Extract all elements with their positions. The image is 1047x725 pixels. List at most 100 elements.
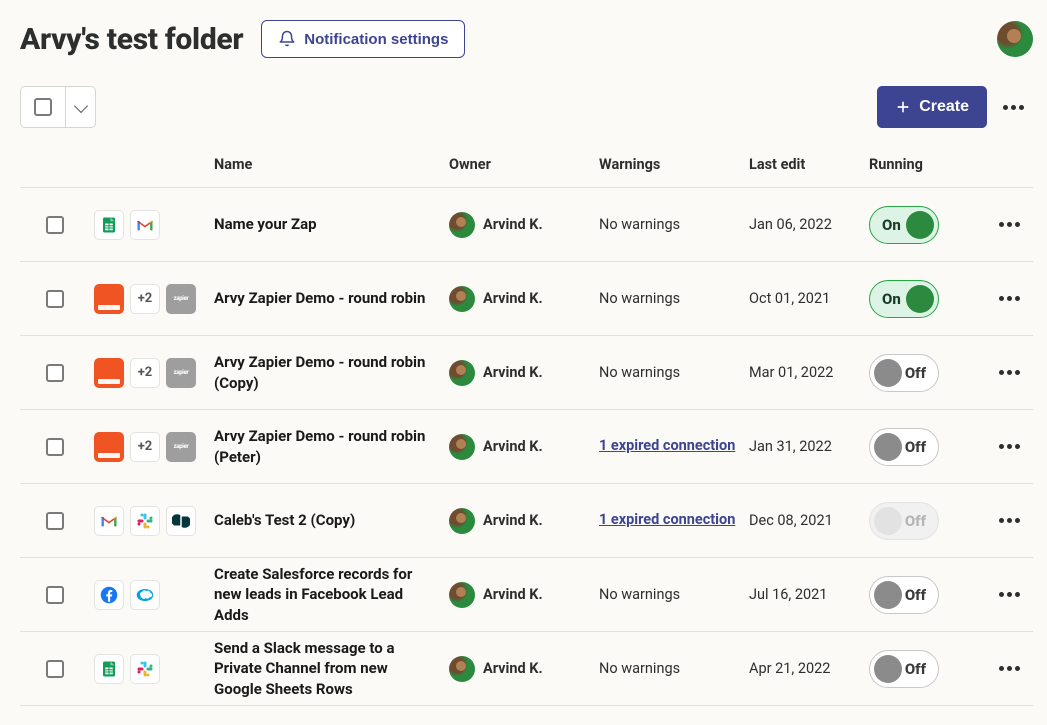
checkbox-icon xyxy=(34,98,52,116)
owner-name: Arvind K. xyxy=(483,216,543,233)
warning-link[interactable]: 1 expired connection xyxy=(599,511,735,528)
owner-avatar xyxy=(449,212,475,238)
warning-text: No warnings xyxy=(599,290,680,307)
toggle-knob xyxy=(874,581,902,609)
row-last-edit: Jan 31, 2022 xyxy=(745,438,865,455)
user-avatar[interactable] xyxy=(997,21,1033,57)
row-more-button[interactable] xyxy=(989,205,1029,245)
more-icon xyxy=(999,222,1020,227)
running-toggle[interactable]: Off xyxy=(869,354,939,392)
row-apps: +2zapier xyxy=(90,358,210,388)
row-checkbox[interactable] xyxy=(46,512,64,530)
row-name[interactable]: Name your Zap xyxy=(210,214,445,234)
gmail-icon xyxy=(130,210,160,240)
col-warnings: Warnings xyxy=(595,156,745,173)
select-dropdown-button[interactable] xyxy=(65,87,95,127)
col-name: Name xyxy=(210,156,445,173)
more-apps-badge: +2 xyxy=(130,432,160,462)
row-warnings: 1 expired connection xyxy=(595,435,745,457)
table-row: Caleb's Test 2 (Copy) Arvind K. 1 expire… xyxy=(20,484,1033,558)
more-icon xyxy=(999,444,1020,449)
toggle-knob xyxy=(874,655,902,683)
table-header-row: Name Owner Warnings Last edit Running xyxy=(20,146,1033,188)
warning-text: No warnings xyxy=(599,586,680,603)
toolbar-more-button[interactable] xyxy=(993,87,1033,127)
owner-avatar xyxy=(449,434,475,460)
row-checkbox[interactable] xyxy=(46,660,64,678)
row-name[interactable]: Arvy Zapier Demo - round robin (Peter) xyxy=(210,426,445,467)
owner-avatar xyxy=(449,286,475,312)
row-warnings: No warnings xyxy=(595,660,745,677)
row-checkbox[interactable] xyxy=(46,438,64,456)
row-name[interactable]: Send a Slack message to a Private Channe… xyxy=(210,638,445,699)
row-last-edit: Apr 21, 2022 xyxy=(745,660,865,677)
row-name[interactable]: Arvy Zapier Demo - round robin xyxy=(210,288,445,308)
select-all-checkbox[interactable] xyxy=(21,87,65,127)
row-checkbox[interactable] xyxy=(46,364,64,382)
row-owner: Arvind K. xyxy=(445,508,595,534)
table-row: +2zapier Arvy Zapier Demo - round robin … xyxy=(20,262,1033,336)
row-checkbox[interactable] xyxy=(46,216,64,234)
owner-avatar xyxy=(449,656,475,682)
row-owner: Arvind K. xyxy=(445,212,595,238)
table-row: Name your Zap Arvind K. No warnings Jan … xyxy=(20,188,1033,262)
more-icon xyxy=(999,666,1020,671)
row-more-button[interactable] xyxy=(989,353,1029,393)
toggle-label: On xyxy=(882,216,901,234)
zapier-icon: zapier xyxy=(166,284,196,314)
row-owner: Arvind K. xyxy=(445,434,595,460)
row-name[interactable]: Caleb's Test 2 (Copy) xyxy=(210,510,445,530)
row-checkbox[interactable] xyxy=(46,290,64,308)
running-toggle[interactable]: Off xyxy=(869,428,939,466)
running-toggle[interactable]: Off xyxy=(869,650,939,688)
facebook-icon xyxy=(94,580,124,610)
row-owner: Arvind K. xyxy=(445,656,595,682)
row-more-button[interactable] xyxy=(989,279,1029,319)
more-icon xyxy=(1003,105,1024,110)
page-title: Arvy's test folder xyxy=(20,22,243,57)
create-button-label: Create xyxy=(919,98,969,116)
warning-text: No warnings xyxy=(599,364,680,381)
warning-text: No warnings xyxy=(599,660,680,677)
table-row: +2zapier Arvy Zapier Demo - round robin … xyxy=(20,410,1033,484)
toggle-knob xyxy=(874,507,902,535)
toggle-label: Off xyxy=(905,586,926,604)
row-apps: +2zapier xyxy=(90,432,210,462)
row-more-button[interactable] xyxy=(989,575,1029,615)
row-owner: Arvind K. xyxy=(445,360,595,386)
running-toggle[interactable]: Off xyxy=(869,576,939,614)
row-warnings: 1 expired connection xyxy=(595,509,745,531)
row-more-button[interactable] xyxy=(989,649,1029,689)
toggle-label: Off xyxy=(905,364,926,382)
zapier-icon: zapier xyxy=(166,432,196,462)
running-toggle[interactable]: On xyxy=(869,280,939,318)
more-icon xyxy=(999,370,1020,375)
more-icon xyxy=(999,592,1020,597)
col-last-edit: Last edit xyxy=(745,156,865,173)
slack-icon xyxy=(130,506,160,536)
row-checkbox[interactable] xyxy=(46,586,64,604)
notification-settings-button[interactable]: Notification settings xyxy=(261,20,465,58)
warning-link[interactable]: 1 expired connection xyxy=(599,437,735,454)
toggle-knob xyxy=(874,359,902,387)
running-toggle[interactable]: On xyxy=(869,206,939,244)
row-name[interactable]: Create Salesforce records for new leads … xyxy=(210,564,445,625)
app-icon xyxy=(94,284,124,314)
row-more-button[interactable] xyxy=(989,427,1029,467)
more-icon xyxy=(999,518,1020,523)
zendesk-icon xyxy=(166,506,196,536)
toggle-knob xyxy=(906,211,934,239)
row-more-button[interactable] xyxy=(989,501,1029,541)
row-name[interactable]: Arvy Zapier Demo - round robin (Copy) xyxy=(210,352,445,393)
notification-settings-label: Notification settings xyxy=(304,31,448,48)
running-toggle: Off xyxy=(869,502,939,540)
toggle-label: Off xyxy=(905,660,926,678)
gmail-icon xyxy=(94,506,124,536)
app-icon xyxy=(94,432,124,462)
owner-name: Arvind K. xyxy=(483,660,543,677)
row-owner: Arvind K. xyxy=(445,286,595,312)
create-button[interactable]: Create xyxy=(877,86,987,128)
col-running: Running xyxy=(865,156,985,173)
more-icon xyxy=(999,296,1020,301)
google-sheets-icon xyxy=(94,654,124,684)
